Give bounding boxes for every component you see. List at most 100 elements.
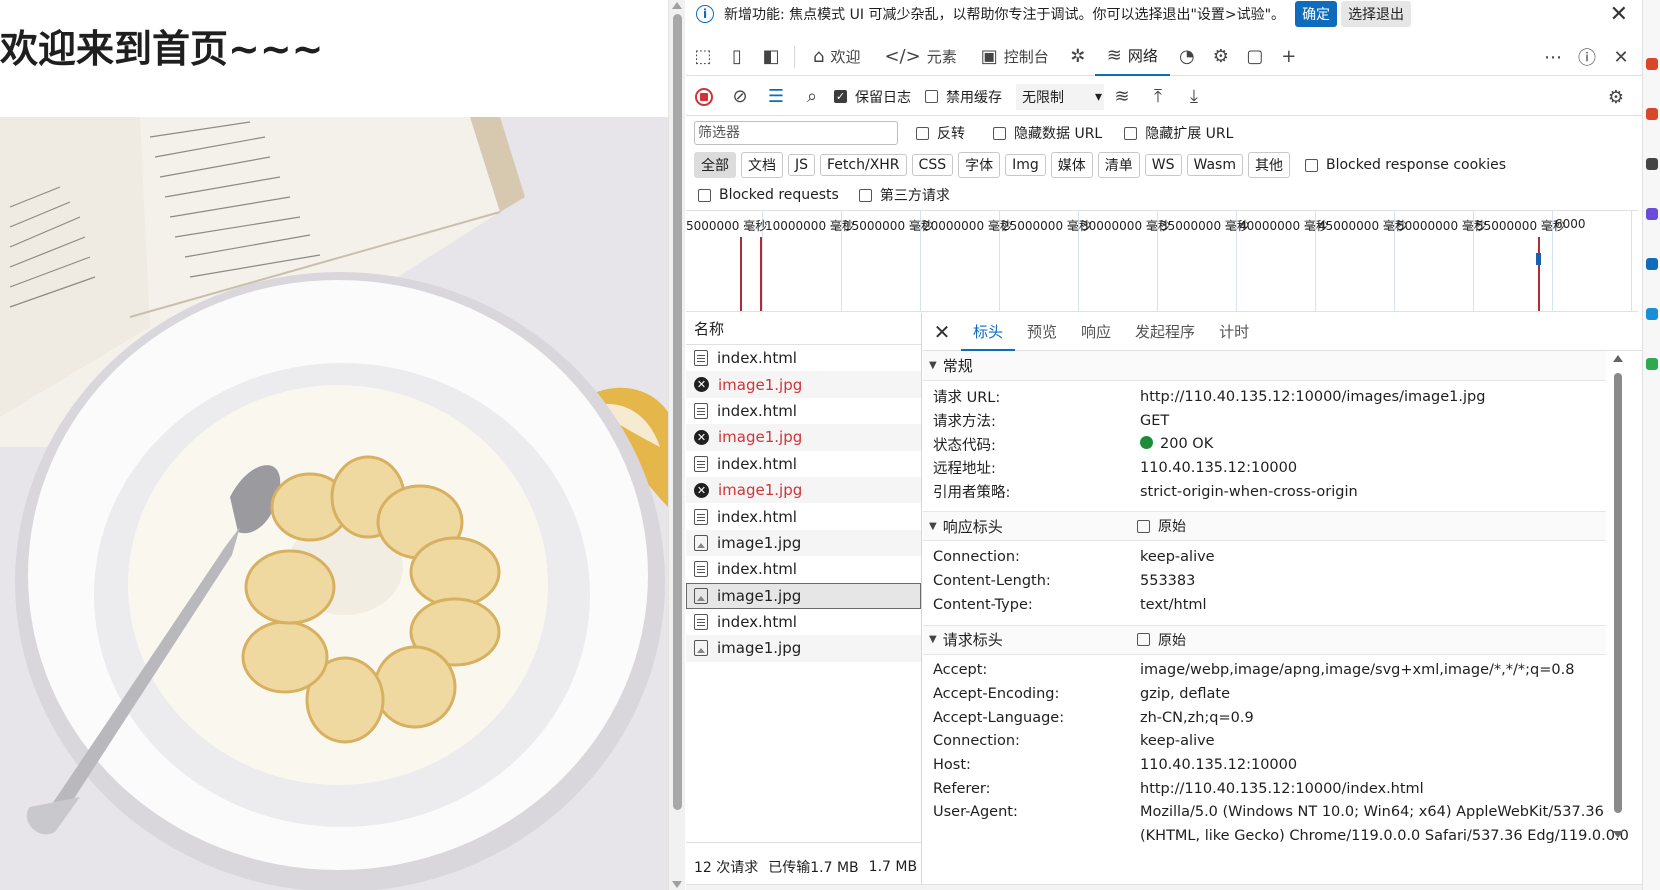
webpage-viewport: 欢迎来到首页~~~ (0, 0, 668, 890)
sidebar-app-icon[interactable] (1646, 58, 1658, 70)
tab-console[interactable]: ▣ 控制台 (969, 38, 1061, 76)
scroll-down-icon[interactable] (1613, 831, 1623, 838)
raw-checkbox[interactable]: 原始 (1137, 630, 1186, 650)
hide-data-url-checkbox[interactable]: 隐藏数据 URL (993, 123, 1102, 143)
network-overview-timeline[interactable]: 5000000 毫秒 10000000 毫秒 15000000 毫秒 20000000… (686, 210, 1638, 312)
tab-timing[interactable]: 计时 (1207, 313, 1261, 351)
general-rows: 请求 URL: http://110.40.135.12:10000/images… (923, 381, 1606, 511)
record-icon[interactable] (686, 82, 722, 112)
settings-gear-icon[interactable]: ⚙ (1598, 82, 1634, 112)
header-key: Accept-Encoding: (933, 686, 1060, 703)
search-icon[interactable]: ⌕ (794, 82, 830, 112)
filter-icon[interactable]: ☰ (758, 82, 794, 112)
sidebar-app-icon[interactable] (1646, 208, 1658, 220)
add-tab-icon[interactable]: + (1272, 43, 1306, 71)
request-name: index.html (717, 507, 797, 526)
help-icon[interactable]: ⓘ (1570, 43, 1604, 71)
general-section-header[interactable]: ▼ 常规 (923, 351, 1606, 381)
inspect-icon[interactable]: ⬚ (686, 43, 720, 71)
error-icon: ✕ (694, 429, 709, 445)
filter-ws[interactable]: WS (1144, 154, 1182, 176)
scroll-up-icon[interactable] (1613, 355, 1623, 362)
throttle-select[interactable]: 无限制 ▾ (1016, 83, 1104, 110)
confirm-button[interactable]: 确定 (1295, 1, 1338, 27)
request-row[interactable]: index.html (686, 451, 921, 477)
request-row[interactable]: index.html (686, 556, 921, 582)
filter-img[interactable]: Img (1005, 154, 1046, 176)
sidebar-app-icon[interactable] (1646, 108, 1658, 120)
device-emulation-icon[interactable]: ▯ (720, 43, 754, 71)
raw-checkbox[interactable]: 原始 (1137, 516, 1186, 536)
sidebar-app-icon[interactable] (1646, 358, 1658, 370)
sidebar-app-icon[interactable] (1646, 158, 1658, 170)
export-har-icon[interactable]: ⤓ (1176, 82, 1212, 112)
close-banner-icon[interactable]: ✕ (1610, 2, 1628, 27)
header-row: Referer: http://110.40.135.12:10000/index… (923, 777, 1606, 801)
preserve-log-checkbox[interactable]: ✓ 保留日志 (834, 87, 911, 107)
header-row: 状态代码: 200 OK (923, 432, 1606, 456)
filter-js[interactable]: JS (788, 154, 816, 176)
tab-headers[interactable]: 标头 (961, 313, 1016, 351)
scroll-thumb[interactable] (673, 14, 682, 810)
filter-input[interactable] (694, 121, 898, 145)
request-row[interactable]: index.html (686, 398, 921, 424)
filter-other[interactable]: 其他 (1247, 152, 1290, 178)
request-row[interactable]: image1.jpg (686, 529, 921, 557)
tab-preview[interactable]: 预览 (1015, 313, 1069, 351)
tab-network[interactable]: ≋ 网络 (1094, 38, 1170, 76)
network-conditions-icon[interactable]: ≋ (1104, 82, 1140, 112)
blocked-requests-checkbox[interactable]: Blocked requests (698, 187, 839, 203)
disable-cache-checkbox[interactable]: 禁用缓存 (925, 87, 1002, 107)
debug-bug-icon[interactable]: ✲ (1061, 43, 1095, 71)
scroll-up-icon[interactable] (672, 2, 682, 9)
filter-media[interactable]: 媒体 (1050, 152, 1093, 178)
request-headers-section[interactable]: ▼ 请求标头 原始 (923, 624, 1606, 655)
header-row: Accept: image/webp,image/apng,image/svg+x… (923, 659, 1606, 683)
filter-manifest[interactable]: 清单 (1097, 152, 1140, 178)
filter-all[interactable]: 全部 (694, 152, 736, 178)
performance-icon[interactable]: ◔ (1170, 43, 1204, 71)
detail-scrollbar[interactable] (1612, 351, 1624, 851)
third-party-checkbox[interactable]: 第三方请求 (858, 185, 950, 205)
filter-doc[interactable]: 文档 (741, 152, 783, 178)
name-column-header[interactable]: 名称 (686, 313, 921, 345)
filter-css[interactable]: CSS (911, 154, 954, 176)
tab-welcome[interactable]: ⌂ 欢迎 (801, 38, 872, 76)
header-value: keep-alive (1140, 733, 1215, 750)
tab-initiator[interactable]: 发起程序 (1123, 313, 1207, 351)
response-headers-section[interactable]: ▼ 响应标头 原始 (923, 511, 1606, 542)
request-row[interactable]: image1.jpg (686, 582, 921, 609)
blocked-cookies-checkbox[interactable]: Blocked response cookies (1304, 157, 1506, 173)
scroll-down-icon[interactable] (672, 881, 682, 888)
tab-response[interactable]: 响应 (1069, 313, 1123, 351)
header-key: 请求 URL: (933, 390, 1001, 407)
request-row[interactable]: image1.jpg (686, 635, 921, 662)
optout-button[interactable]: 选择退出 (1341, 1, 1412, 27)
request-row[interactable]: ✕ image1.jpg (686, 371, 921, 398)
clear-icon[interactable]: ⊘ (722, 82, 758, 112)
filter-font[interactable]: 字体 (958, 152, 1001, 178)
filter-wasm[interactable]: Wasm (1186, 154, 1243, 176)
memory-icon[interactable]: ⚙ (1204, 43, 1238, 71)
scroll-thumb[interactable] (1614, 373, 1622, 813)
request-row[interactable]: ✕ image1.jpg (686, 476, 921, 504)
close-devtools-icon[interactable]: ✕ (1604, 43, 1638, 71)
request-row[interactable]: ✕ image1.jpg (686, 424, 921, 451)
close-detail-icon[interactable]: ✕ (923, 320, 961, 344)
invert-checkbox[interactable]: 反转 (916, 123, 965, 143)
import-har-icon[interactable]: ⤒ (1140, 82, 1176, 112)
tab-elements[interactable]: </> 元素 (872, 38, 968, 76)
filter-fetch-xhr[interactable]: Fetch/XHR (820, 154, 907, 176)
more-icon[interactable]: ⋯ (1536, 43, 1570, 71)
sidebar-app-icon[interactable] (1646, 258, 1658, 270)
application-icon[interactable]: ▢ (1238, 43, 1272, 71)
dock-side-icon[interactable]: ◧ (754, 43, 788, 71)
request-row[interactable]: index.html (686, 503, 921, 529)
hide-ext-url-checkbox[interactable]: 隐藏扩展 URL (1124, 123, 1233, 143)
request-row[interactable]: index.html (686, 345, 921, 371)
banner-message: 新增功能: 焦点模式 UI 可减少杂乱，以帮助你专注于调试。你可以选择退出"设置… (724, 7, 1286, 23)
caret-down-icon: ▼ (929, 634, 937, 645)
sidebar-app-icon[interactable] (1646, 308, 1658, 320)
request-row[interactable]: index.html (686, 609, 921, 635)
page-scrollbar[interactable] (668, 0, 685, 890)
